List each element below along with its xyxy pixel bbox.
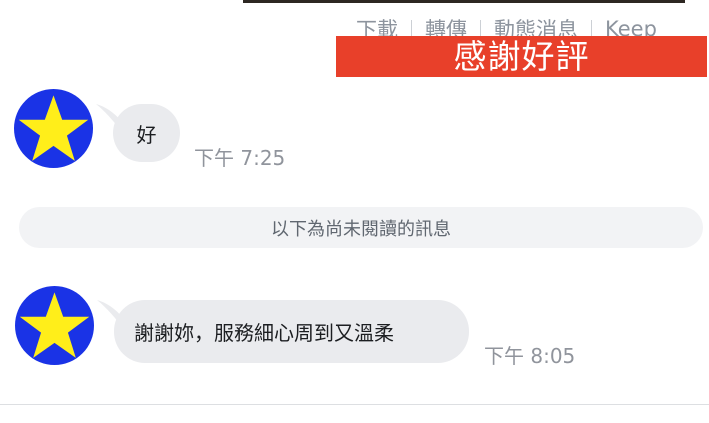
star-icon (18, 95, 89, 161)
message-time: 下午 7:25 (194, 146, 286, 170)
shared-image-edge[interactable] (243, 0, 685, 3)
message-text: 好 (136, 122, 157, 147)
message-time: 下午 8:05 (484, 344, 576, 368)
message-text: 謝謝妳，服務細心周到又溫柔 (134, 321, 394, 345)
star-icon (19, 292, 90, 358)
unread-divider-label: 以下為尚未閱讀的訊息 (271, 218, 451, 240)
message-bubble[interactable]: 好 (113, 104, 180, 162)
message-bubble[interactable]: 謝謝妳，服務細心周到又溫柔 (114, 300, 469, 363)
unread-divider: 以下為尚未閱讀的訊息 (19, 207, 703, 248)
message-composer[interactable] (0, 404, 709, 423)
avatar[interactable] (15, 286, 94, 365)
thanks-banner: 感謝好評 (336, 36, 707, 77)
avatar[interactable] (14, 89, 93, 168)
